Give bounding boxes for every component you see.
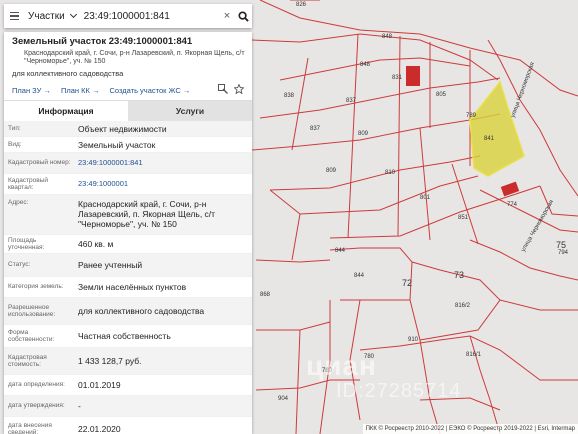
detail-row-kind: Вид: Земельный участок — [4, 137, 252, 153]
svg-text:809: 809 — [358, 131, 369, 137]
plan-kk-link[interactable]: План КК → — [61, 86, 100, 95]
detail-label: Вид: — [8, 140, 22, 148]
detail-row-ownership: Форма собственности: Частная собственнос… — [4, 325, 252, 348]
watermark-id: ID:27285714 — [336, 380, 462, 402]
detail-label: дата определения: — [8, 381, 65, 389]
svg-text:794: 794 — [558, 250, 569, 256]
svg-text:848: 848 — [360, 62, 371, 68]
detail-label: Кадастровая стоимость: — [8, 353, 47, 369]
detail-label: Кадастровый номер: — [8, 159, 71, 167]
detail-value: Ранее учтенный — [78, 260, 143, 270]
detail-row-address: Адрес: Краснодарский край, г. Сочи, р-н … — [4, 195, 252, 235]
map-copyright: ПКК © Росреестр 2010-2022 | ЕЭКО © Росре… — [362, 424, 578, 434]
detail-label: дата утверждения: — [8, 402, 65, 410]
svg-text:851: 851 — [458, 215, 469, 221]
zoom-to-icon[interactable] — [218, 84, 228, 96]
tab-services[interactable]: Услуги — [128, 101, 252, 121]
chevron-down-icon — [69, 10, 77, 19]
detail-row-approval-date: дата утверждения: - — [4, 396, 252, 417]
menu-icon[interactable] — [4, 4, 24, 28]
detail-row-cadastral-quarter: Кадастровый квартал: 23:49:1000001 — [4, 174, 252, 195]
svg-text:805: 805 — [436, 92, 447, 98]
card-actions: План ЗУ → План КК → Создать участок ЖС → — [4, 78, 252, 100]
details-list: Тип: Объект недвижимости Вид: Земельный … — [4, 121, 252, 434]
detail-value: - — [78, 401, 81, 411]
svg-text:837: 837 — [310, 126, 321, 132]
layer-select-label: Участки — [28, 10, 65, 22]
svg-text:73: 73 — [454, 270, 464, 280]
detail-value: 22.01.2020 — [78, 424, 121, 434]
svg-text:904: 904 — [278, 396, 289, 402]
detail-label: дата внесения сведений: — [8, 421, 52, 434]
svg-text:841: 841 — [484, 136, 495, 142]
detail-row-entry-date: дата внесения сведений: 22.01.2020 — [4, 417, 252, 434]
create-parcel-link[interactable]: Создать участок ЖС → — [109, 86, 190, 95]
svg-text:844: 844 — [335, 248, 346, 254]
detail-label: Форма собственности: — [8, 328, 55, 344]
cadastral-quarter-link[interactable]: 23:49:1000001 — [78, 179, 252, 189]
card-purpose: для коллективного садоводства — [12, 69, 124, 78]
detail-value: Земли населённых пунктов — [78, 282, 187, 292]
card-title: Земельный участок 23:49:1000001:841 — [12, 36, 193, 47]
info-panel: Земельный участок 23:49:1000001:841 Крас… — [4, 32, 252, 434]
detail-value: Земельный участок — [78, 139, 156, 150]
search-input[interactable] — [79, 4, 220, 28]
watermark-brand: циан — [306, 350, 377, 381]
svg-text:816/2: 816/2 — [455, 303, 471, 309]
detail-label: Статус: — [8, 261, 31, 269]
tab-information[interactable]: Информация — [4, 101, 128, 121]
detail-value: Краснодарский край, г. Сочи, р-н Лазарев… — [78, 199, 216, 229]
svg-text:844: 844 — [354, 273, 365, 279]
search-bar: Участки × — [4, 4, 252, 28]
svg-text:810: 810 — [385, 170, 396, 176]
detail-row-determination-date: дата определения: 01.01.2019 — [4, 375, 252, 396]
detail-value: Частная собственность — [78, 331, 171, 341]
detail-value: для коллективного садоводства — [78, 306, 205, 316]
building — [406, 66, 420, 86]
svg-text:868: 868 — [260, 292, 271, 298]
svg-text:826: 826 — [296, 2, 307, 8]
plan-zu-link[interactable]: План ЗУ → — [12, 86, 51, 95]
svg-text:789: 789 — [466, 113, 477, 119]
detail-row-status: Статус: Ранее учтенный — [4, 254, 252, 277]
detail-value: Объект недвижимости — [78, 123, 167, 134]
detail-label: Тип: — [8, 124, 21, 132]
detail-label: Площадь уточненная: — [8, 236, 45, 252]
svg-text:848: 848 — [382, 34, 393, 40]
clear-icon[interactable]: × — [220, 10, 234, 22]
svg-text:816/1: 816/1 — [466, 352, 482, 358]
detail-row-land-category: Категория земель: Земли населённых пункт… — [4, 277, 252, 298]
card-address: Краснодарский край, г. Сочи, р-н Лазарев… — [24, 50, 245, 65]
svg-text:801: 801 — [420, 195, 431, 201]
detail-row-cadastral-value: Кадастровая стоимость: 1 433 128,7 руб. — [4, 348, 252, 375]
card-header: Земельный участок 23:49:1000001:841 Крас… — [4, 32, 252, 78]
tab-bar: Информация Услуги — [4, 100, 252, 121]
svg-text:838: 838 — [284, 93, 295, 99]
detail-label: Категория земель: — [8, 283, 64, 291]
layer-select[interactable]: Участки — [24, 4, 80, 28]
detail-value: 460 кв. м — [78, 239, 114, 249]
detail-row-permitted-use: Разрешенное использование: для коллектив… — [4, 298, 252, 325]
detail-row-area: Площадь уточненная: 460 кв. м — [4, 235, 252, 254]
svg-text:72: 72 — [402, 278, 412, 288]
cadastral-number-link[interactable]: 23:49:1000001:841 — [78, 158, 252, 168]
detail-row-type: Тип: Объект недвижимости — [4, 121, 252, 137]
detail-value: 1 433 128,7 руб. — [78, 356, 142, 366]
detail-value: 01.01.2019 — [78, 380, 121, 390]
svg-text:809: 809 — [326, 168, 337, 174]
detail-label: Адрес: — [8, 199, 29, 206]
svg-text:831: 831 — [392, 75, 403, 81]
detail-label: Кадастровый квартал: — [8, 176, 49, 192]
svg-text:75: 75 — [556, 240, 566, 250]
detail-row-cadastral-number: Кадастровый номер: 23:49:1000001:841 — [4, 153, 252, 174]
detail-label: Разрешенное использование: — [8, 303, 56, 319]
search-icon[interactable] — [234, 4, 252, 28]
svg-text:774: 774 — [507, 202, 518, 208]
star-icon[interactable] — [233, 83, 245, 96]
svg-text:910: 910 — [408, 337, 419, 343]
svg-text:837: 837 — [346, 98, 357, 104]
